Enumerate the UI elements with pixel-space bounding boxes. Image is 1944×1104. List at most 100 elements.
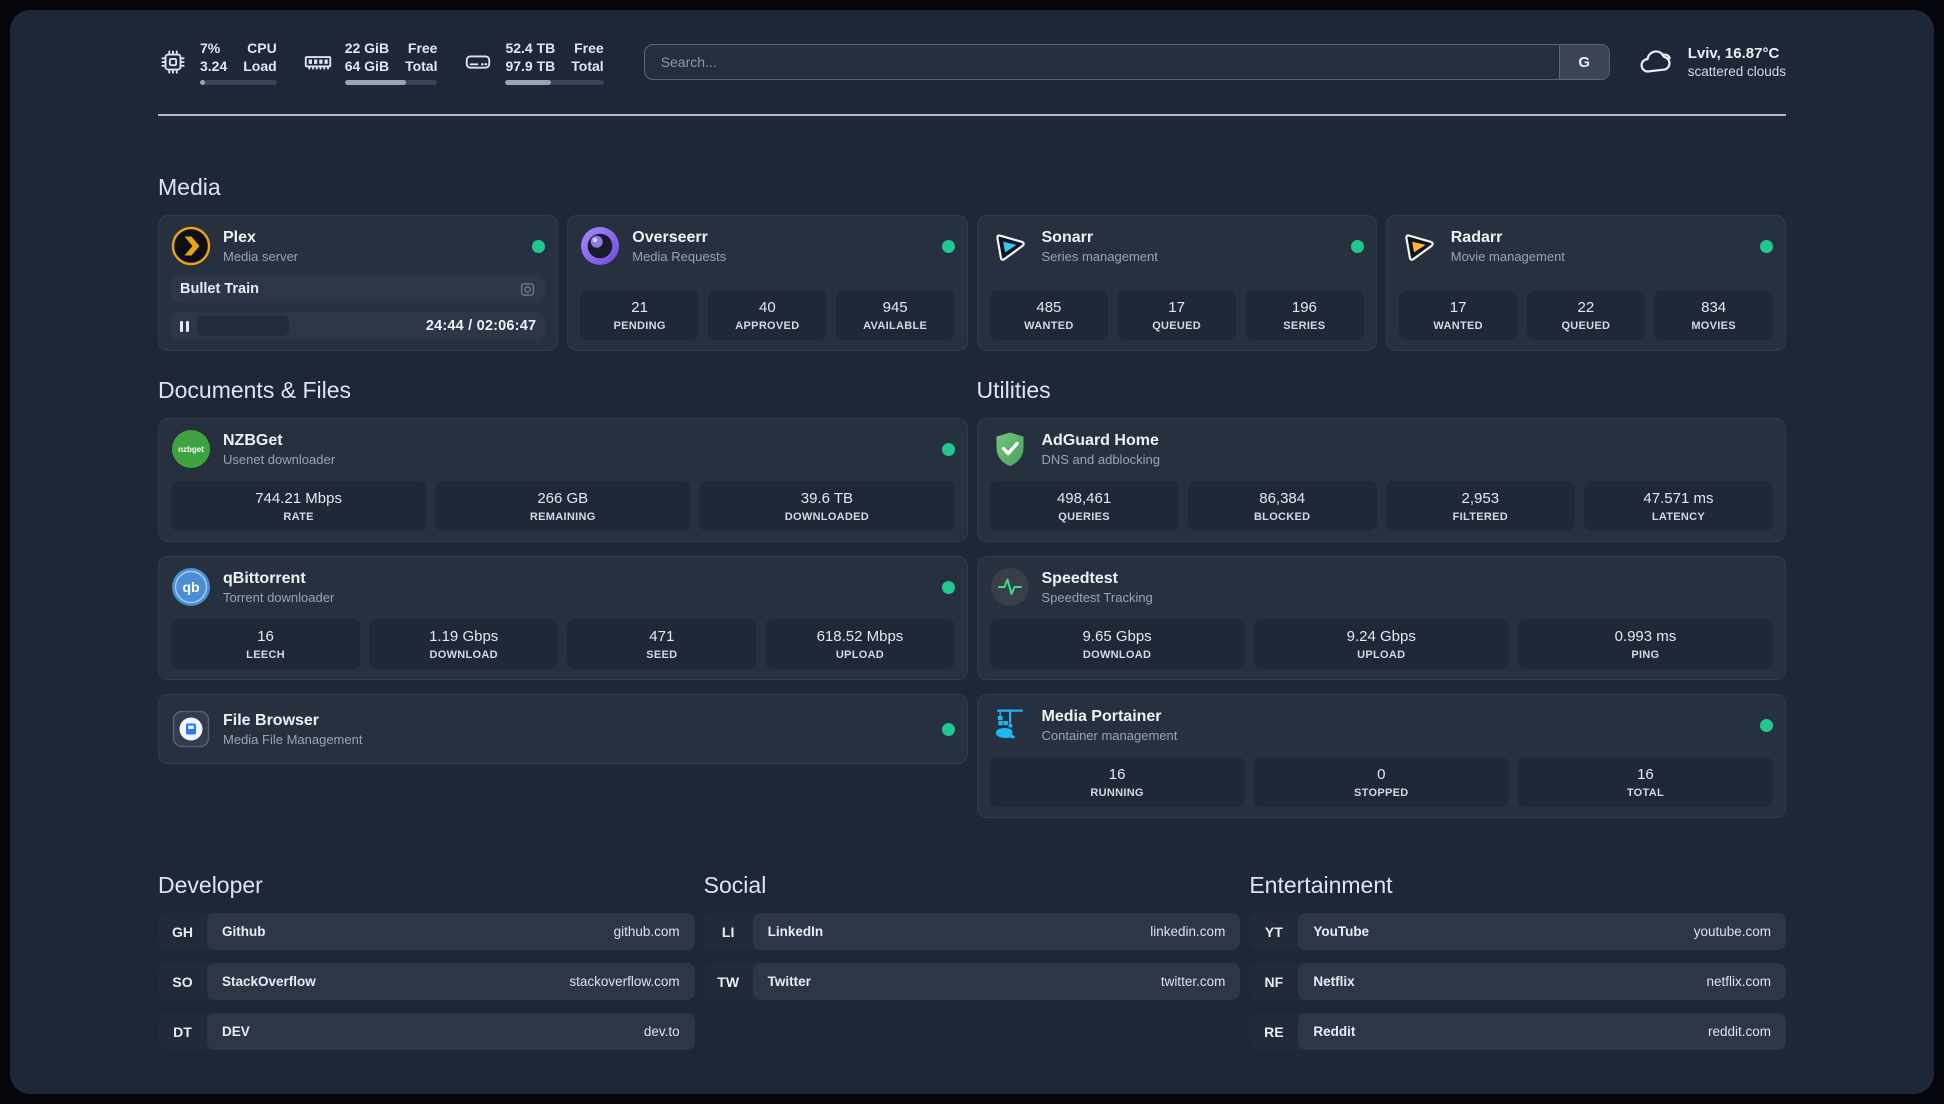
bookmark-url: twitter.com bbox=[1160, 974, 1226, 989]
google-icon: G bbox=[1578, 53, 1591, 71]
bookmark-url: reddit.com bbox=[1707, 1024, 1771, 1039]
app-desc: Container management bbox=[1041, 728, 1178, 744]
app-name: Overseerr bbox=[632, 228, 708, 246]
app-card-speedtest[interactable]: Speedtest Speedtest Tracking 9.65 Gbps DO… bbox=[976, 556, 1786, 680]
section-title-developer: Developer bbox=[158, 872, 263, 898]
stat-tile: 485 WANTED bbox=[989, 290, 1109, 340]
section-title-entertainment: Entertainment bbox=[1249, 872, 1393, 898]
bookmark-reddit[interactable]: RE Reddit reddit.com bbox=[1249, 1013, 1786, 1050]
bookmark-abbr: TW bbox=[717, 973, 740, 990]
app-card-qbittorrent[interactable]: qb qBittorrent Torrent downloader 16 LEEC… bbox=[158, 556, 968, 680]
stat-tile: 618.52 Mbps UPLOAD bbox=[765, 619, 955, 669]
search-bar: G bbox=[643, 44, 1610, 80]
bookmark-youtube[interactable]: YT YouTube youtube.com bbox=[1249, 913, 1786, 950]
app-card-overseerr[interactable]: Overseerr Media Requests 21 PENDING 40 APP… bbox=[567, 215, 968, 351]
stat-tile: 21 PENDING bbox=[580, 290, 699, 340]
bookmark-url: stackoverflow.com bbox=[569, 974, 680, 989]
svg-text:nzbget: nzbget bbox=[178, 445, 204, 454]
stat-tile: 16 TOTAL bbox=[1517, 757, 1774, 807]
bookmark-abbr: NF bbox=[1264, 973, 1284, 990]
section-title-utilities: Utilities bbox=[976, 377, 1051, 403]
top-bar: 7% 3.24 CPU Load 22 GiB 64 GiB Free Tota… bbox=[158, 10, 1786, 114]
app-name: Plex bbox=[223, 228, 256, 246]
qbittorrent-icon: qb bbox=[172, 568, 210, 606]
stat-tile: 9.65 Gbps DOWNLOAD bbox=[989, 619, 1245, 669]
adguard-icon bbox=[996, 432, 1023, 466]
playback-time: 24:44 / 02:06:47 bbox=[425, 318, 537, 334]
app-card-radarr[interactable]: Radarr Movie management 17 WANTED 22 QUEUE… bbox=[1385, 215, 1786, 351]
bookmark-github[interactable]: GH Github github.com bbox=[158, 913, 695, 950]
memory-values: 22 GiB 64 GiB bbox=[344, 39, 390, 74]
bookmark-twitter[interactable]: TW Twitter twitter.com bbox=[703, 963, 1241, 1000]
radarr-icon bbox=[1405, 234, 1434, 261]
disk-labels: Free Total bbox=[571, 39, 604, 74]
memory-labels: Free Total bbox=[405, 39, 438, 74]
status-dot bbox=[941, 442, 955, 456]
app-desc: Media File Management bbox=[223, 732, 363, 748]
disk-icon bbox=[466, 55, 491, 69]
bookmark-url: linkedin.com bbox=[1150, 924, 1226, 939]
weather-location-temp: Lviv, 16.87°C bbox=[1687, 45, 1780, 62]
cloud-icon bbox=[1640, 50, 1671, 73]
dashboard: 7% 3.24 CPU Load 22 GiB 64 GiB Free Tota… bbox=[10, 10, 1934, 1094]
status-dot bbox=[1350, 239, 1364, 253]
section-title-media: Media bbox=[158, 174, 221, 200]
bookmark-netflix[interactable]: NF Netflix netflix.com bbox=[1249, 963, 1786, 1000]
status-dot bbox=[1760, 718, 1773, 732]
bookmark-linkedin[interactable]: LI LinkedIn linkedin.com bbox=[703, 913, 1241, 950]
pause-icon[interactable] bbox=[180, 320, 189, 332]
app-card-adguard[interactable]: AdGuard Home DNS and adblocking 498,461 Q… bbox=[976, 418, 1786, 542]
app-name: AdGuard Home bbox=[1041, 431, 1159, 449]
app-card-sonarr[interactable]: Sonarr Series management 485 WANTED 17 QUE… bbox=[976, 215, 1377, 351]
memory-progress-bar bbox=[344, 80, 438, 86]
playback-elapsed-pill bbox=[197, 316, 289, 336]
bookmark-name: Github bbox=[222, 924, 266, 939]
stat-tile: 498,461 QUERIES bbox=[989, 481, 1179, 531]
app-card-plex[interactable]: Plex Media server Bullet Train 24:44 / 0… bbox=[158, 215, 559, 351]
bookmark-name: LinkedIn bbox=[767, 924, 824, 939]
google-search-button[interactable]: G bbox=[1558, 45, 1609, 79]
bookmark-url: netflix.com bbox=[1706, 974, 1771, 989]
bookmark-url: github.com bbox=[613, 924, 680, 939]
bookmark-dev[interactable]: DT DEV dev.to bbox=[158, 1013, 695, 1050]
stat-tile: 17 QUEUED bbox=[1117, 290, 1236, 340]
bookmark-abbr: RE bbox=[1264, 1023, 1284, 1040]
status-dot bbox=[941, 239, 955, 253]
memory-widget: 22 GiB 64 GiB Free Total bbox=[303, 39, 438, 86]
disk-values: 52.4 TB 97.9 TB bbox=[505, 39, 556, 74]
stat-tile: 39.6 TB DOWNLOADED bbox=[699, 481, 955, 531]
bookmark-url: youtube.com bbox=[1693, 924, 1771, 939]
cpu-progress-bar bbox=[200, 80, 277, 86]
bookmark-name: DEV bbox=[222, 1024, 250, 1039]
app-desc: DNS and adblocking bbox=[1041, 452, 1161, 468]
stat-tile: 196 SERIES bbox=[1245, 290, 1364, 340]
search-input[interactable] bbox=[644, 45, 1559, 79]
cpu-labels: CPU Load bbox=[243, 39, 277, 74]
stat-tile: 266 GB REMAINING bbox=[435, 481, 691, 531]
topbar-divider bbox=[158, 114, 1786, 116]
now-playing-row: Bullet Train bbox=[171, 275, 546, 303]
filebrowser-icon bbox=[172, 710, 210, 748]
bookmark-stackoverflow[interactable]: SO StackOverflow stackoverflow.com bbox=[158, 963, 695, 1000]
app-card-nzbget[interactable]: nzbget NZBGet Usenet downloader 744.21 M… bbox=[158, 418, 968, 542]
disk-progress-bar bbox=[505, 80, 604, 86]
cpu-icon bbox=[161, 50, 185, 74]
bookmark-abbr: YT bbox=[1264, 923, 1283, 940]
stat-tile: 2,953 FILTERED bbox=[1385, 481, 1575, 531]
cpu-widget: 7% 3.24 CPU Load bbox=[158, 39, 277, 86]
status-dot bbox=[941, 722, 955, 736]
app-desc: Media server bbox=[223, 249, 299, 265]
playback-progress-row: 24:44 / 02:06:47 bbox=[171, 312, 546, 340]
app-name: Radarr bbox=[1450, 228, 1503, 246]
app-desc: Media Requests bbox=[632, 249, 727, 265]
app-card-filebrowser[interactable]: File Browser Media File Management bbox=[158, 694, 968, 764]
app-desc: Torrent downloader bbox=[223, 590, 335, 606]
app-name: NZBGet bbox=[223, 431, 283, 449]
nzbget-icon: nzbget bbox=[172, 430, 210, 468]
bookmark-name: StackOverflow bbox=[222, 974, 316, 989]
app-card-portainer[interactable]: Media Portainer Container management 16 R… bbox=[976, 694, 1786, 818]
stat-tile: 471 SEED bbox=[567, 619, 757, 669]
stat-tile: 0.993 ms PING bbox=[1517, 619, 1774, 669]
now-playing-title: Bullet Train bbox=[180, 281, 259, 297]
app-desc: Movie management bbox=[1450, 249, 1565, 265]
